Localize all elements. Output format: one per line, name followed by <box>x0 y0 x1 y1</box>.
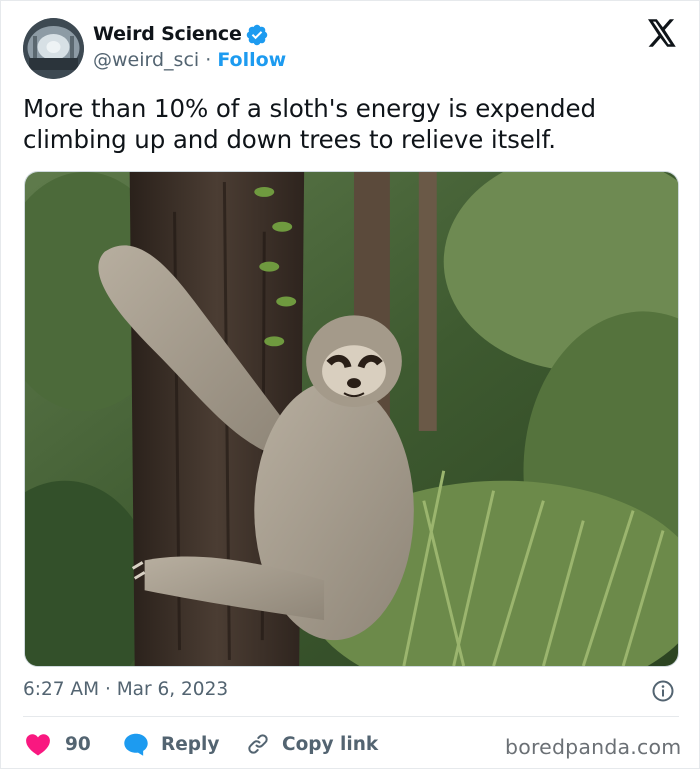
reply-bubble-icon <box>124 733 148 756</box>
link-icon <box>248 734 268 754</box>
follow-button[interactable]: Follow <box>217 49 286 71</box>
x-logo-icon[interactable] <box>647 19 677 47</box>
separator-dot: · <box>104 679 111 700</box>
copy-link-button[interactable]: Copy link <box>246 730 378 758</box>
divider <box>23 716 679 717</box>
avatar[interactable] <box>23 18 84 79</box>
reply-button[interactable]: Reply <box>123 730 219 758</box>
separator-dot: · <box>205 49 212 71</box>
timestamp[interactable]: 6:27 AM · Mar 6, 2023 <box>23 679 228 700</box>
author-name[interactable]: Weird Science <box>93 23 242 45</box>
like-count: 90 <box>65 733 91 755</box>
boredpanda-watermark: boredpanda.com <box>505 735 682 759</box>
info-icon[interactable] <box>651 679 675 703</box>
tweet-card: Weird Science @weird_sci · Follow More t… <box>0 0 700 769</box>
tweet-time: 6:27 AM <box>23 679 100 700</box>
like-button[interactable]: 90 <box>25 730 91 758</box>
author-handle[interactable]: @weird_sci <box>93 49 199 71</box>
verified-badge-icon <box>246 24 268 46</box>
copy-link-label: Copy link <box>282 733 379 755</box>
tweet-text: More than 10% of a sloth's energy is exp… <box>23 94 596 154</box>
reply-label: Reply <box>161 733 220 755</box>
tweet-date: Mar 6, 2023 <box>116 679 229 700</box>
author-handle-row: @weird_sci · Follow <box>93 49 286 71</box>
tweet-image[interactable] <box>24 171 679 667</box>
heart-icon <box>26 734 50 756</box>
